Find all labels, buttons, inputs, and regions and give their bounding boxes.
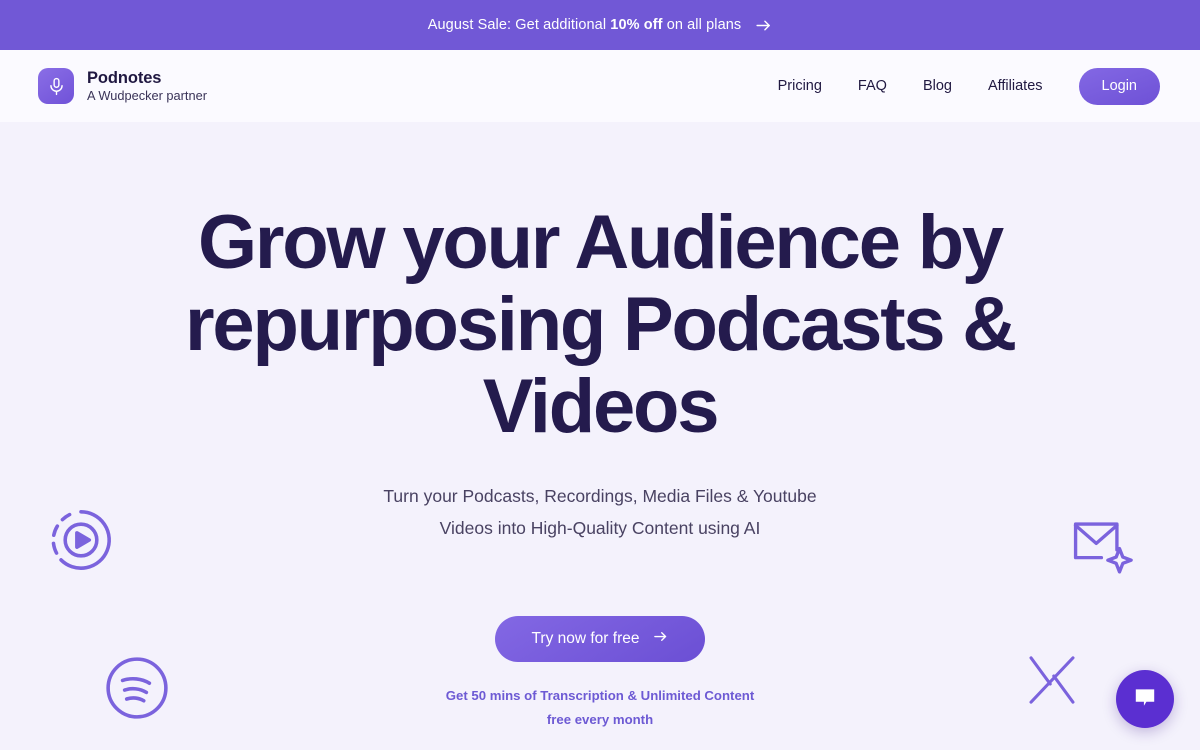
nav-item-affiliates[interactable]: Affiliates <box>988 78 1043 94</box>
login-button[interactable]: Login <box>1078 67 1160 105</box>
brand-tagline: A Wudpecker partner <box>87 87 207 103</box>
headline-line-2: repurposing Podcasts & Videos <box>185 282 1017 449</box>
brand-logo[interactable]: Podnotes A Wudpecker partner <box>38 68 207 104</box>
cta-note: Get 50 mins of Transcription & Unlimited… <box>390 684 810 732</box>
announcement-text: August Sale: Get additional 10% off on a… <box>428 17 742 33</box>
hero-subheading: Turn your Podcasts, Recordings, Media Fi… <box>320 480 880 544</box>
main-navigation: Pricing FAQ Blog Affiliates Login <box>778 67 1160 105</box>
chat-bubble-icon <box>1132 685 1158 714</box>
cta-note-line-1: Get 50 mins of Transcription & Unlimited… <box>445 688 755 703</box>
hero-section: Grow your Audience by repurposing Podcas… <box>0 122 1200 750</box>
chat-widget-button[interactable] <box>1116 670 1174 728</box>
announcement-prefix: August Sale: Get additional <box>427 17 611 33</box>
subheading-line-1: Turn your Podcasts, Recordings, Media Fi… <box>383 486 817 506</box>
try-now-button-label: Try now for free <box>531 630 640 647</box>
headline-line-1: Grow your Audience by <box>197 200 1004 285</box>
arrow-right-icon <box>653 629 668 649</box>
try-now-button[interactable]: Try now for free <box>495 616 705 662</box>
nav-item-faq[interactable]: FAQ <box>858 78 887 94</box>
arrow-right-icon <box>755 17 772 34</box>
announcement-banner[interactable]: August Sale: Get additional 10% off on a… <box>0 0 1200 50</box>
cta-note-line-2: free every month <box>546 712 654 727</box>
announcement-suffix: on all plans <box>662 17 742 33</box>
microphone-icon <box>38 68 74 104</box>
nav-item-blog[interactable]: Blog <box>923 78 952 94</box>
site-header: Podnotes A Wudpecker partner Pricing FAQ… <box>0 50 1200 122</box>
announcement-banner-link[interactable]: August Sale: Get additional 10% off on a… <box>428 17 773 34</box>
nav-item-pricing[interactable]: Pricing <box>778 78 822 94</box>
page-title: Grow your Audience by repurposing Podcas… <box>70 202 1130 448</box>
brand-name: Podnotes <box>87 68 162 87</box>
announcement-highlight: 10% off <box>610 17 663 33</box>
subheading-line-2: Videos into High-Quality Content using A… <box>439 518 761 538</box>
